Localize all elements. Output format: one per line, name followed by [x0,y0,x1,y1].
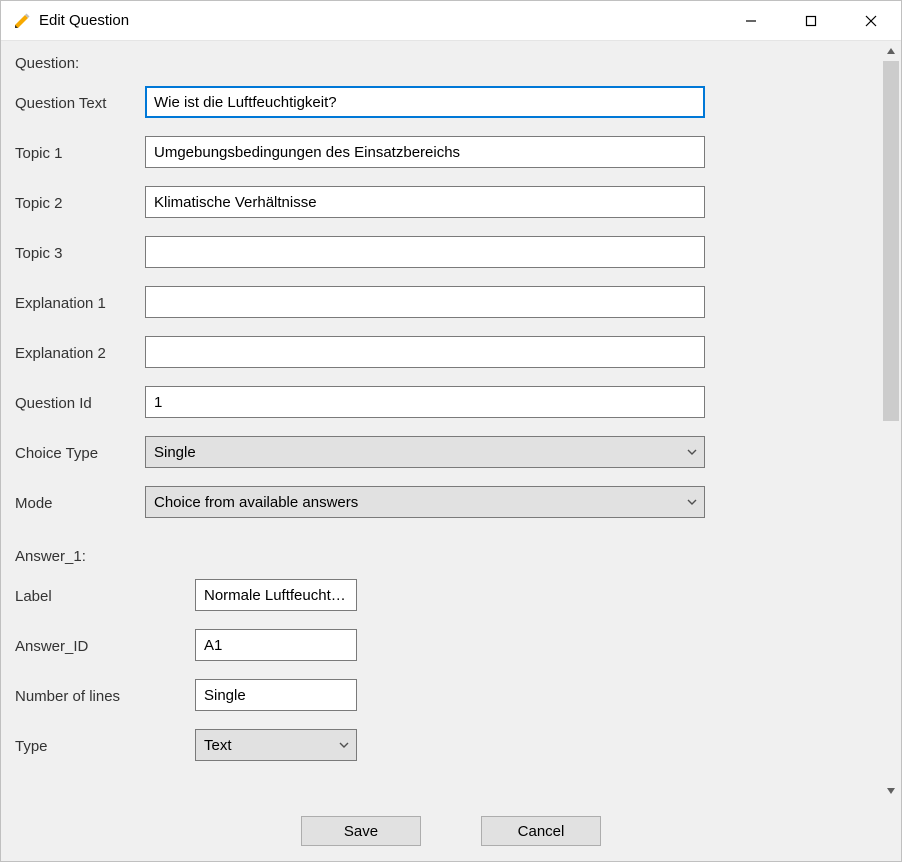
choice-type-value: Single [154,444,686,461]
topic2-input[interactable] [145,186,705,218]
question-section-heading: Question: [15,55,867,72]
question-text-input[interactable] [145,86,705,118]
cancel-button-label: Cancel [518,823,565,840]
explanation2-input[interactable] [145,336,705,368]
title-bar: Edit Question [1,1,901,41]
topic2-label: Topic 2 [15,193,145,212]
scroll-thumb[interactable] [883,61,899,421]
dialog-footer: Save Cancel [1,801,901,861]
save-button[interactable]: Save [301,816,421,846]
answer-type-value: Text [204,737,338,754]
minimize-button[interactable] [721,1,781,40]
answer-type-dropdown[interactable]: Text [195,729,357,761]
mode-label: Mode [15,493,145,512]
answer-id-input[interactable] [195,629,357,661]
mode-value: Choice from available answers [154,494,686,511]
answer-id-label: Answer_ID [15,636,195,655]
explanation1-label: Explanation 1 [15,293,145,312]
close-button[interactable] [841,1,901,40]
topic1-label: Topic 1 [15,143,145,162]
number-of-lines-input[interactable] [195,679,357,711]
scroll-track[interactable] [881,61,901,781]
answer-label-input[interactable] [195,579,357,611]
pencil-icon [13,12,31,30]
maximize-button[interactable] [781,1,841,40]
vertical-scrollbar[interactable] [881,41,901,801]
question-text-label: Question Text [15,93,145,112]
scroll-up-button[interactable] [881,41,901,61]
choice-type-label: Choice Type [15,443,145,462]
answer-type-label: Type [15,736,195,755]
window-title: Edit Question [39,12,721,29]
explanation1-input[interactable] [145,286,705,318]
answer-label-label: Label [15,586,195,605]
topic3-label: Topic 3 [15,243,145,262]
topic3-input[interactable] [145,236,705,268]
topic1-input[interactable] [145,136,705,168]
cancel-button[interactable]: Cancel [481,816,601,846]
question-id-label: Question Id [15,393,145,412]
chevron-down-icon [686,496,698,508]
chevron-down-icon [338,739,350,751]
explanation2-label: Explanation 2 [15,343,145,362]
save-button-label: Save [344,823,378,840]
answer-section-heading: Answer_1: [15,548,867,565]
form-panel: Question: Question Text Topic 1 Topic 2 … [1,41,881,801]
chevron-down-icon [686,446,698,458]
scroll-down-button[interactable] [881,781,901,801]
question-id-input[interactable] [145,386,705,418]
number-of-lines-label: Number of lines [15,686,195,705]
mode-dropdown[interactable]: Choice from available answers [145,486,705,518]
choice-type-dropdown[interactable]: Single [145,436,705,468]
